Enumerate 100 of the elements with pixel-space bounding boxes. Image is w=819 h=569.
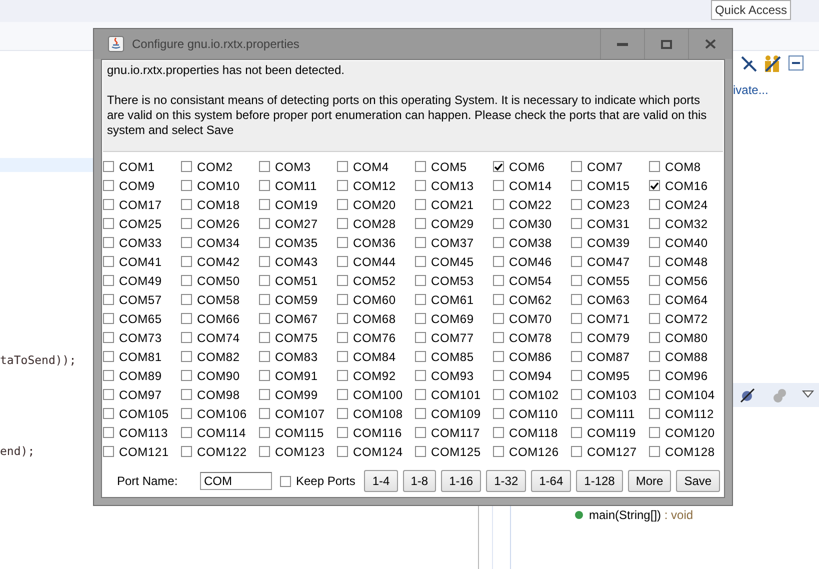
checkbox[interactable] bbox=[259, 446, 270, 457]
checkbox[interactable] bbox=[493, 218, 504, 229]
checkbox[interactable] bbox=[337, 218, 348, 229]
circles-icon[interactable] bbox=[772, 388, 788, 403]
checkbox[interactable] bbox=[337, 275, 348, 286]
checkbox[interactable] bbox=[649, 351, 660, 362]
checkbox[interactable] bbox=[571, 370, 582, 381]
checkbox[interactable] bbox=[259, 275, 270, 286]
checkbox[interactable] bbox=[103, 446, 114, 457]
checkbox[interactable] bbox=[103, 313, 114, 324]
checkbox[interactable] bbox=[493, 389, 504, 400]
checkbox-label[interactable]: COM50 bbox=[197, 274, 240, 288]
checkbox[interactable] bbox=[415, 256, 426, 267]
checkbox-label[interactable]: COM110 bbox=[509, 406, 558, 420]
checkbox-label[interactable]: COM98 bbox=[197, 388, 240, 402]
checkbox[interactable] bbox=[649, 237, 660, 248]
checkbox-label[interactable]: COM109 bbox=[431, 406, 481, 420]
checkbox[interactable] bbox=[181, 389, 192, 400]
checkbox[interactable] bbox=[259, 332, 270, 343]
checkbox[interactable] bbox=[181, 180, 192, 191]
checkbox[interactable] bbox=[181, 370, 192, 381]
checkbox[interactable] bbox=[280, 476, 291, 486]
checkbox[interactable] bbox=[337, 446, 348, 457]
checkbox-label[interactable]: COM51 bbox=[275, 274, 318, 288]
checkbox[interactable] bbox=[337, 408, 348, 419]
checkbox-label[interactable]: COM28 bbox=[353, 216, 396, 230]
checkbox[interactable] bbox=[259, 180, 270, 191]
checkbox-label[interactable]: COM111 bbox=[587, 406, 636, 420]
checkbox[interactable] bbox=[103, 256, 114, 267]
checkbox[interactable] bbox=[493, 313, 504, 324]
collapse-icon[interactable] bbox=[788, 55, 804, 71]
checkbox[interactable] bbox=[259, 256, 270, 267]
checkbox-label[interactable]: COM101 bbox=[431, 388, 481, 402]
checkbox-label[interactable]: COM112 bbox=[665, 406, 714, 420]
range-button[interactable]: 1-16 bbox=[441, 470, 482, 492]
checkbox[interactable] bbox=[103, 237, 114, 248]
checkbox[interactable] bbox=[259, 427, 270, 438]
checkbox-label[interactable]: COM105 bbox=[119, 406, 169, 420]
checkbox-label[interactable]: COM120 bbox=[665, 426, 715, 440]
crossed-dot-icon[interactable] bbox=[740, 387, 756, 403]
checkbox[interactable] bbox=[493, 427, 504, 438]
range-button[interactable]: Save bbox=[676, 470, 720, 492]
checkbox[interactable] bbox=[571, 294, 582, 305]
range-button[interactable]: More bbox=[628, 470, 672, 492]
checkbox-label[interactable]: COM95 bbox=[587, 368, 630, 382]
checkbox[interactable] bbox=[181, 256, 192, 267]
checkbox[interactable] bbox=[337, 389, 348, 400]
checkbox-label[interactable]: COM103 bbox=[587, 388, 637, 402]
checkbox-label[interactable]: COM52 bbox=[353, 274, 396, 288]
checkbox-label[interactable]: COM77 bbox=[431, 330, 474, 344]
checkbox-label[interactable]: COM3 bbox=[275, 160, 311, 174]
checkbox[interactable] bbox=[571, 199, 582, 210]
checkbox[interactable] bbox=[103, 180, 114, 191]
checkbox[interactable] bbox=[649, 389, 660, 400]
checkbox-label[interactable]: COM68 bbox=[353, 312, 396, 326]
checkbox[interactable] bbox=[571, 275, 582, 286]
checkbox[interactable] bbox=[415, 275, 426, 286]
checkbox-label[interactable]: COM54 bbox=[509, 274, 552, 288]
checkbox[interactable] bbox=[493, 256, 504, 267]
checkbox[interactable] bbox=[181, 218, 192, 229]
checkbox-label[interactable]: COM124 bbox=[353, 444, 403, 458]
checkbox-label[interactable]: COM45 bbox=[431, 254, 474, 268]
checkbox-label[interactable]: COM123 bbox=[275, 444, 325, 458]
checkbox-label[interactable]: COM34 bbox=[197, 236, 240, 250]
checkbox-label[interactable]: COM8 bbox=[665, 160, 701, 174]
checkbox-label[interactable]: COM96 bbox=[665, 368, 708, 382]
checkbox-label[interactable]: COM9 bbox=[119, 178, 155, 192]
checkbox-label[interactable]: COM24 bbox=[665, 198, 708, 212]
checkbox[interactable] bbox=[103, 294, 114, 305]
checkbox-label[interactable]: COM76 bbox=[353, 330, 396, 344]
checkbox[interactable] bbox=[259, 408, 270, 419]
checkbox[interactable] bbox=[493, 237, 504, 248]
checkbox[interactable] bbox=[649, 446, 660, 457]
checkbox[interactable] bbox=[649, 275, 660, 286]
checkbox-label[interactable]: COM27 bbox=[275, 216, 318, 230]
checkbox-label[interactable]: COM70 bbox=[509, 312, 552, 326]
checkbox[interactable] bbox=[337, 180, 348, 191]
checkbox[interactable] bbox=[103, 199, 114, 210]
checkbox[interactable] bbox=[337, 313, 348, 324]
checkbox-label[interactable]: COM114 bbox=[197, 426, 246, 440]
checkbox[interactable] bbox=[181, 427, 192, 438]
checkbox-label[interactable]: COM88 bbox=[665, 350, 708, 364]
checkbox[interactable] bbox=[103, 389, 114, 400]
checkbox-label[interactable]: COM66 bbox=[197, 312, 240, 326]
checkbox-label[interactable]: COM36 bbox=[353, 236, 396, 250]
link[interactable]: ivate... bbox=[733, 83, 768, 97]
checkbox[interactable] bbox=[181, 446, 192, 457]
checkbox[interactable] bbox=[571, 389, 582, 400]
checkbox-label[interactable]: COM7 bbox=[587, 160, 623, 174]
checkbox-label[interactable]: COM121 bbox=[119, 444, 169, 458]
checkbox[interactable] bbox=[103, 370, 114, 381]
checkbox-label[interactable]: COM1 bbox=[119, 160, 155, 174]
checkbox-label[interactable]: COM59 bbox=[275, 292, 318, 306]
checkbox-label[interactable]: COM84 bbox=[353, 350, 396, 364]
checkbox[interactable] bbox=[649, 161, 660, 172]
checkbox-label[interactable]: COM93 bbox=[431, 368, 474, 382]
checkbox-label[interactable]: COM61 bbox=[431, 292, 474, 306]
checkbox[interactable] bbox=[571, 180, 582, 191]
checkbox-label[interactable]: COM13 bbox=[431, 178, 474, 192]
checkbox-label[interactable]: COM35 bbox=[275, 236, 318, 250]
